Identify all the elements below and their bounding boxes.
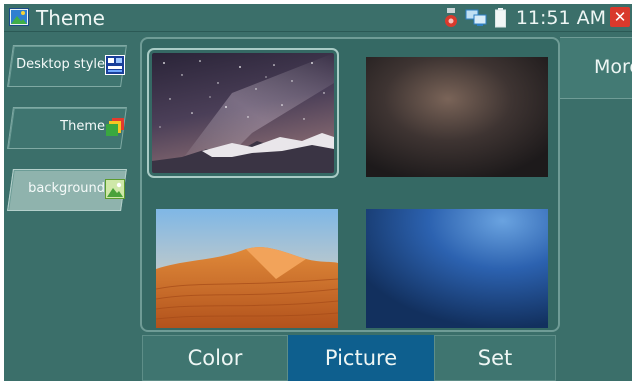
wallpaper-panel [140, 37, 560, 332]
starry-night-image [152, 53, 334, 173]
bottom-tab-bar: Color Picture Set [142, 335, 556, 381]
wallpaper-tile-blue-gradient[interactable] [366, 209, 548, 328]
sidebar-item-label: background [28, 181, 105, 196]
theme-icon [106, 118, 124, 136]
background-image-icon [105, 179, 125, 199]
status-bar: Theme 11:51 AM ✕ [4, 4, 632, 32]
wallpaper-tile-desert[interactable] [156, 209, 338, 328]
desktop-style-icon [105, 55, 125, 75]
tab-color[interactable]: Color [142, 335, 288, 381]
more-button[interactable]: More [560, 37, 632, 99]
alarm-icon [444, 8, 457, 27]
desert-image [156, 209, 338, 328]
tab-set[interactable]: Set [434, 335, 556, 381]
status-icons: 11:51 AM [444, 7, 606, 29]
tab-picture[interactable]: Picture [288, 335, 434, 381]
sidebar-item-background[interactable]: background [7, 169, 127, 211]
wallpaper-tile-starry-night[interactable] [147, 48, 339, 178]
sidebar-item-desktop-style[interactable]: Desktop style [7, 45, 127, 87]
more-label: More [594, 56, 632, 78]
network-icon [465, 9, 487, 26]
clock: 11:51 AM [515, 7, 606, 29]
image-app-icon [9, 8, 29, 26]
close-icon[interactable]: ✕ [610, 7, 630, 27]
blue-gradient-image [366, 209, 548, 328]
dark-blur-image [366, 57, 548, 177]
sidebar-item-label: Theme [60, 119, 105, 134]
screen: Theme 11:51 AM ✕ Desktop style Theme bac… [4, 4, 632, 381]
wallpaper-tile-dark-blur[interactable] [366, 57, 548, 177]
sidebar: Desktop style Theme background [4, 32, 132, 381]
page-title: Theme [36, 6, 105, 30]
sidebar-item-label: Desktop style [16, 57, 105, 72]
sidebar-item-theme[interactable]: Theme [7, 107, 127, 149]
battery-icon [494, 8, 506, 28]
